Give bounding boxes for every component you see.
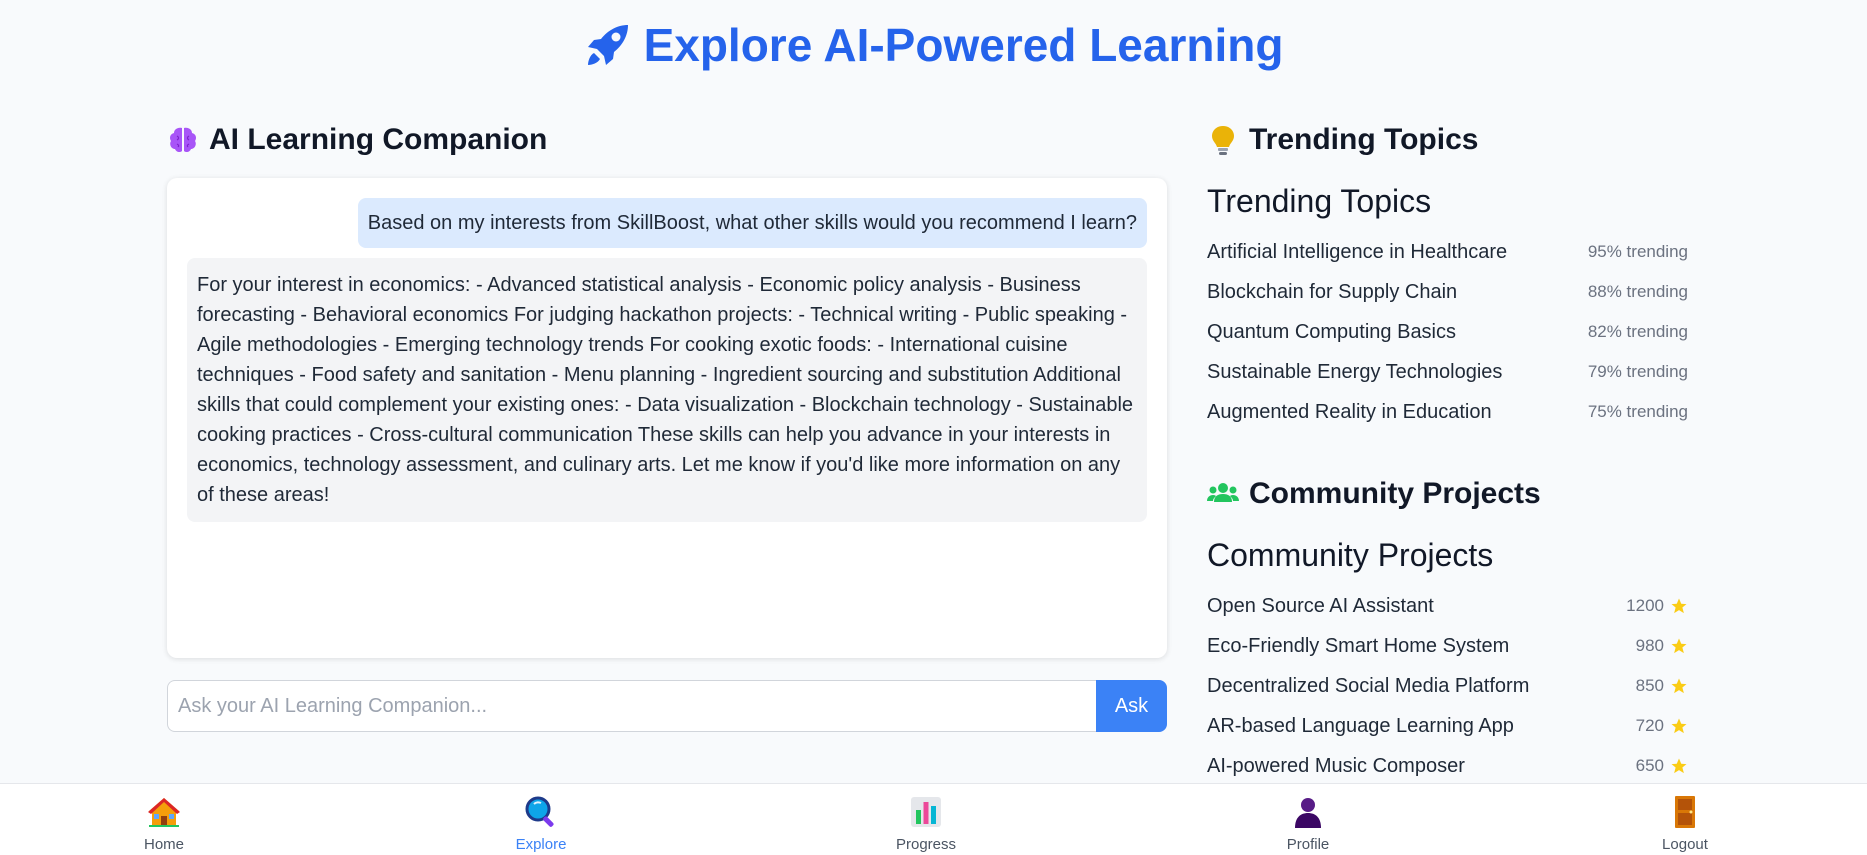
star-icon (1671, 638, 1687, 654)
trending-item-name: Blockchain for Supply Chain (1207, 280, 1458, 303)
ask-input[interactable] (167, 680, 1096, 732)
nav-label: Profile (1286, 836, 1330, 853)
rocket-icon (587, 25, 628, 65)
trending-heading-text: Trending Topics (1249, 123, 1479, 156)
community-item[interactable]: Eco-Friendly Smart Home System 980 (1207, 626, 1688, 666)
house-icon (148, 798, 180, 827)
community-item-name: AR-based Language Learning App (1207, 714, 1514, 737)
magnifier-icon (525, 796, 554, 827)
trending-item[interactable]: Quantum Computing Basics 82% trending (1207, 312, 1688, 352)
lightbulb-icon (1207, 124, 1239, 156)
community-subheading: Community Projects (1207, 537, 1494, 573)
nav-home[interactable]: Home (104, 794, 224, 853)
star-count: 980 (1635, 636, 1664, 655)
community-item-name: Open Source AI Assistant (1207, 594, 1434, 617)
chat-window[interactable]: Based on my interests from SkillBoost, w… (167, 178, 1167, 658)
trending-item-name: Augmented Reality in Education (1207, 400, 1492, 423)
trending-item-name: Artificial Intelligence in Healthcare (1207, 240, 1508, 263)
trending-item[interactable]: Artificial Intelligence in Healthcare 95… (1207, 232, 1688, 272)
user-message-row: Based on my interests from SkillBoost, w… (187, 198, 1147, 248)
star-count: 1200 (1626, 596, 1664, 615)
star-icon (1671, 678, 1687, 694)
community-item[interactable]: Open Source AI Assistant 1200 (1207, 586, 1688, 626)
community-item-stars: 650 (1636, 756, 1688, 776)
community-item[interactable]: Decentralized Social Media Platform 850 (1207, 666, 1688, 706)
community-item-stars: 850 (1636, 676, 1688, 696)
nav-explore[interactable]: Explore (481, 794, 601, 853)
community-item-stars: 1200 (1626, 596, 1688, 616)
trending-item-meta: 88% trending (1587, 282, 1688, 301)
bottom-nav: Home Explore Progress Profile Logout (0, 783, 1867, 855)
page-title-text: Explore AI-Powered Learning (643, 19, 1284, 71)
user-message: Based on my interests from SkillBoost, w… (357, 198, 1147, 248)
community-item[interactable]: AI-powered Music Composer 650 (1207, 746, 1688, 786)
trending-subheading: Trending Topics (1207, 183, 1432, 219)
star-icon (1671, 718, 1687, 734)
trending-item-meta: 75% trending (1587, 402, 1688, 421)
community-heading-text: Community Projects (1249, 477, 1541, 510)
person-icon (1295, 798, 1321, 828)
trending-item[interactable]: Blockchain for Supply Chain 88% trending (1207, 272, 1688, 312)
star-count: 650 (1635, 756, 1664, 775)
companion-section: AI Learning Companion Based on my intere… (167, 118, 1167, 732)
community-list: Open Source AI Assistant 1200 Eco-Friend… (1207, 586, 1688, 786)
bar-chart-icon (911, 797, 941, 827)
companion-heading: AI Learning Companion (167, 118, 1167, 162)
nav-logout[interactable]: Logout (1625, 794, 1745, 853)
nav-label: Logout (1662, 836, 1708, 853)
ask-form: Ask (167, 680, 1167, 732)
trending-item[interactable]: Sustainable Energy Technologies 79% tren… (1207, 352, 1688, 392)
trending-item-meta: 82% trending (1587, 322, 1688, 341)
star-count: 850 (1635, 676, 1664, 695)
trending-item-name: Quantum Computing Basics (1207, 320, 1457, 343)
community-item[interactable]: AR-based Language Learning App 720 (1207, 706, 1688, 746)
community-item-name: AI-powered Music Composer (1207, 754, 1465, 777)
community-item-name: Eco-Friendly Smart Home System (1207, 634, 1510, 657)
users-icon (1207, 478, 1239, 510)
community-heading: Community Projects (1207, 472, 1687, 516)
nav-progress[interactable]: Progress (866, 794, 986, 853)
sidebar: Trending Topics Trending Topics Artifici… (1207, 118, 1688, 786)
companion-heading-text: AI Learning Companion (209, 123, 548, 156)
brain-icon (167, 124, 199, 156)
nav-label: Explore (515, 836, 567, 853)
ai-message: For your interest in economics: - Advanc… (187, 258, 1147, 522)
star-icon (1671, 758, 1687, 774)
nav-label: Home (143, 836, 184, 853)
community-item-stars: 720 (1636, 716, 1688, 736)
trending-heading: Trending Topics (1207, 118, 1687, 162)
trending-list: Artificial Intelligence in Healthcare 95… (1207, 232, 1688, 432)
explore-page: Explore AI-Powered Learning AI Learning … (0, 0, 1867, 855)
ask-button[interactable]: Ask (1096, 680, 1167, 732)
trending-item[interactable]: Augmented Reality in Education 75% trend… (1207, 392, 1688, 432)
community-item-name: Decentralized Social Media Platform (1207, 674, 1530, 697)
trending-item-meta: 79% trending (1587, 362, 1688, 381)
trending-item-name: Sustainable Energy Technologies (1207, 360, 1503, 383)
door-icon (1675, 796, 1695, 828)
nav-profile[interactable]: Profile (1248, 794, 1368, 853)
trending-item-meta: 95% trending (1587, 242, 1688, 261)
page-title: Explore AI-Powered Learning (0, 18, 1867, 72)
star-count: 720 (1635, 716, 1664, 735)
nav-label: Progress (895, 836, 957, 853)
star-icon (1671, 598, 1687, 614)
community-item-stars: 980 (1636, 636, 1688, 656)
